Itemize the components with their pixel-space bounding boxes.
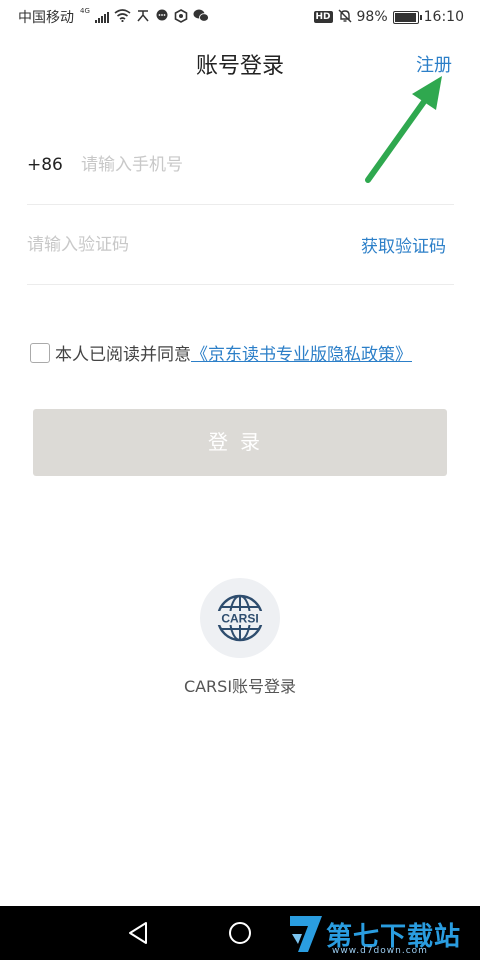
clock: 16:10 bbox=[423, 9, 464, 25]
carrier-name: 中国移动 bbox=[18, 10, 74, 26]
watermark-logo-icon bbox=[290, 916, 322, 952]
hd-badge: HD bbox=[313, 11, 333, 23]
app-icon bbox=[174, 8, 188, 26]
phone-input[interactable] bbox=[81, 154, 454, 175]
notification-icon bbox=[136, 9, 150, 25]
agreement-row: 本人已阅读并同意 《京东读书专业版隐私政策》 bbox=[30, 340, 412, 365]
country-code-selector[interactable]: +86 bbox=[27, 155, 81, 175]
verification-code-input[interactable] bbox=[27, 234, 361, 255]
battery-fill bbox=[394, 12, 417, 22]
agreement-checkbox[interactable] bbox=[30, 342, 50, 363]
watermark-url: www.d7down.com bbox=[332, 946, 428, 956]
agreement-text: 本人已阅读并同意 bbox=[55, 345, 191, 365]
wechat-icon bbox=[193, 9, 209, 25]
status-left: 中国移动 4G bbox=[18, 7, 209, 27]
signal-icon bbox=[94, 11, 109, 23]
home-icon[interactable] bbox=[227, 920, 253, 946]
carsi-login-label[interactable]: CARSI账号登录 bbox=[0, 673, 480, 697]
chat-icon bbox=[155, 9, 169, 25]
mute-icon bbox=[338, 9, 352, 26]
code-row: 获取验证码 bbox=[27, 205, 454, 285]
carsi-login-button[interactable]: CARSI bbox=[200, 578, 280, 658]
status-right: HD 98% 16:10 bbox=[313, 9, 464, 26]
privacy-policy-link[interactable]: 《京东读书专业版隐私政策》 bbox=[191, 340, 412, 365]
carsi-globe-icon: CARSI bbox=[216, 594, 264, 642]
back-icon[interactable] bbox=[126, 920, 152, 946]
get-code-button[interactable]: 获取验证码 bbox=[361, 232, 446, 257]
network-type: 4G bbox=[80, 7, 90, 15]
phone-row: +86 bbox=[27, 125, 454, 205]
login-button[interactable]: 登录 bbox=[33, 409, 447, 476]
battery-percent: 98% bbox=[356, 9, 388, 25]
carsi-logo-text: CARSI bbox=[221, 612, 258, 626]
wifi-icon bbox=[114, 9, 131, 25]
battery-icon bbox=[392, 10, 422, 24]
status-bar: 中国移动 4G HD 98% 16:10 bbox=[0, 0, 480, 34]
watermark: 第七下载站 www.d7down.com bbox=[286, 908, 480, 960]
